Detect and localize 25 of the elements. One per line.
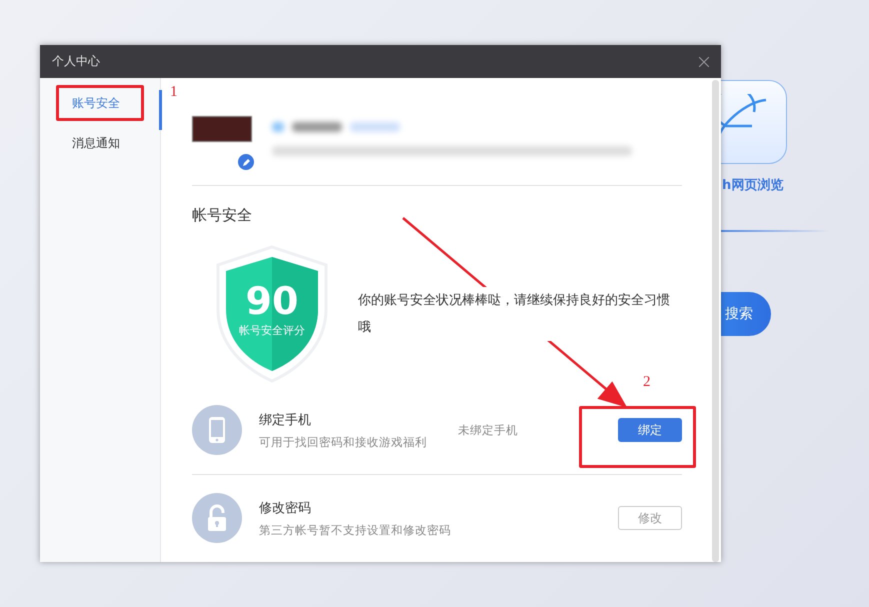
sidebar-item[interactable]: 账号安全 [40, 90, 162, 130]
close-icon[interactable] [699, 56, 709, 66]
scrollbar[interactable] [712, 80, 719, 562]
blurred-badge [272, 122, 284, 132]
score-value: 90 [244, 280, 300, 321]
item-status: 未绑定手机 [458, 422, 518, 438]
item-title: 修改密码 [259, 500, 312, 517]
item-title: 绑定手机 [259, 412, 312, 429]
annotation-number: 2 [643, 374, 650, 391]
section-title: 帐号安全 [192, 206, 253, 225]
score-label: 帐号安全评分 [238, 322, 306, 338]
unlocked-padlock-icon [206, 504, 228, 532]
avatar-photo-placeholder [192, 116, 252, 142]
pencil-icon [242, 158, 250, 166]
item-description: 可用于找回密码和接收游戏福利 [259, 434, 428, 450]
phone-icon [208, 416, 226, 444]
annotation-number: 1 [170, 84, 178, 101]
blurred-tag [350, 122, 400, 132]
window-title: 个人中心 [52, 53, 100, 70]
app-label: h网页浏览 [722, 176, 784, 194]
sidebar-item[interactable]: 消息通知 [40, 130, 162, 170]
blurred-username [292, 122, 342, 132]
action-button[interactable]: 绑定 [618, 418, 682, 442]
item-description: 第三方帐号暂不支持设置和修改密码 [259, 522, 452, 538]
edit-button[interactable] [238, 154, 254, 170]
